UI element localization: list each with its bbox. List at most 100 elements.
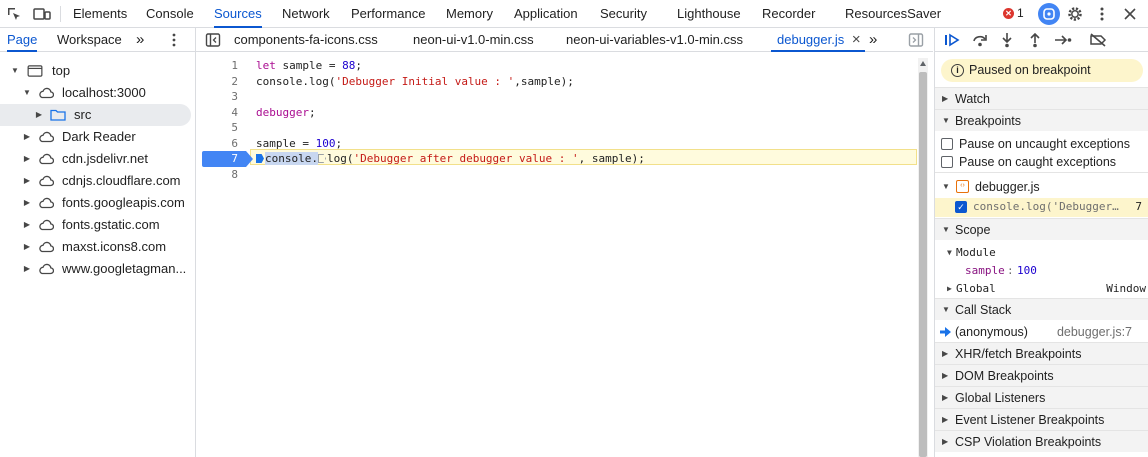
error-count-badge[interactable]: ✕ 1 — [1003, 6, 1024, 20]
inline-breakpoint-marker-icon[interactable] — [317, 154, 326, 163]
close-icon[interactable] — [1120, 4, 1140, 24]
line-number[interactable]: 4 — [204, 105, 246, 121]
code-token: console.log( — [256, 74, 336, 88]
step-over-icon[interactable] — [971, 31, 989, 49]
tree-item-localhost[interactable]: ▼ localhost:3000 — [0, 82, 191, 104]
scope-global[interactable]: ▶ Global Window — [935, 280, 1148, 298]
pause-uncaught-option[interactable]: Pause on uncaught exceptions — [935, 135, 1148, 153]
tab-sources[interactable]: Sources — [214, 0, 262, 28]
section-xhr-breakpoints[interactable]: ▶ XHR/fetch Breakpoints — [935, 342, 1148, 364]
step-out-icon[interactable] — [1026, 31, 1044, 49]
tab-page[interactable]: Page — [7, 28, 38, 52]
tab-performance[interactable]: Performance — [351, 0, 425, 28]
devtools-toolbar: Elements Console Sources Network Perform… — [0, 0, 1148, 28]
tree-item-top[interactable]: ▼ top — [0, 60, 191, 82]
tab-elements[interactable]: Elements — [73, 0, 127, 28]
tree-item-cloudflare[interactable]: ▶ cdnjs.cloudflare.com — [0, 170, 191, 192]
file-tab-components-fa-icons[interactable]: components-fa-icons.css — [234, 28, 378, 52]
breakpoint-item[interactable]: ✓ console.log('Debugger… 7 — [935, 198, 1148, 217]
line-number[interactable]: 5 — [204, 120, 246, 136]
collapsed-triangle-icon: ▶ — [942, 393, 949, 402]
pause-uncaught-checkbox[interactable] — [941, 138, 953, 150]
editor-scrollbar[interactable] — [918, 58, 928, 457]
info-icon: i — [951, 64, 964, 77]
device-toolbar-icon[interactable] — [32, 4, 52, 24]
breakpoint-enabled-checkbox[interactable]: ✓ — [955, 201, 967, 213]
call-frame[interactable]: (anonymous) debugger.js:7 — [935, 323, 1148, 341]
section-dom-breakpoints[interactable]: ▶ DOM Breakpoints — [935, 364, 1148, 386]
tree-item-googletagmanager[interactable]: ▶ www.googletagman... — [0, 258, 191, 280]
cloud-icon — [39, 153, 54, 165]
breakpoint-file-group[interactable]: ▼ ‹› debugger.js — [935, 178, 1148, 196]
line-number[interactable]: 6 — [204, 136, 246, 152]
expanded-triangle-icon: ▼ — [23, 88, 31, 97]
more-vertical-icon[interactable] — [1092, 4, 1112, 24]
pause-caught-checkbox[interactable] — [941, 156, 953, 168]
resume-icon[interactable] — [943, 31, 961, 49]
line-number[interactable]: 3 — [204, 89, 246, 105]
section-global-listeners[interactable]: ▶ Global Listeners — [935, 386, 1148, 408]
tree-item-src[interactable]: ▶ src — [0, 104, 191, 126]
section-title: XHR/fetch Breakpoints — [955, 347, 1082, 361]
breakpoint-file-name: debugger.js — [975, 180, 1040, 194]
scope-value: Window — [1106, 282, 1146, 295]
collapsed-triangle-icon: ▶ — [23, 220, 31, 229]
section-scope[interactable]: ▼ Scope — [935, 218, 1148, 240]
tree-item-icons8[interactable]: ▶ maxst.icons8.com — [0, 236, 191, 258]
tree-item-gstatic[interactable]: ▶ fonts.gstatic.com — [0, 214, 191, 236]
tab-workspace[interactable]: Workspace — [57, 28, 122, 52]
js-file-icon: ‹› — [956, 180, 969, 193]
deactivate-breakpoints-icon[interactable] — [1089, 31, 1107, 49]
tab-memory[interactable]: Memory — [446, 0, 493, 28]
section-event-listener-breakpoints[interactable]: ▶ Event Listener Breakpoints — [935, 408, 1148, 430]
scope-module[interactable]: ▼ Module — [935, 244, 1148, 262]
current-frame-arrow-icon — [940, 327, 951, 337]
tab-resourcessaver[interactable]: ResourcesSaver — [845, 0, 941, 28]
inspect-element-icon[interactable] — [4, 4, 24, 24]
section-call-stack[interactable]: ▼ Call Stack — [935, 298, 1148, 320]
section-watch[interactable]: ▶ Watch — [935, 87, 1148, 109]
close-tab-icon[interactable]: × — [852, 31, 861, 48]
pause-caught-option[interactable]: Pause on caught exceptions — [935, 153, 1148, 171]
frame-location[interactable]: debugger.js:7 — [1057, 323, 1132, 341]
breakpoint-line-number[interactable]: 7 — [202, 151, 253, 167]
tab-recorder[interactable]: Recorder — [762, 0, 815, 28]
debugger-controls — [935, 28, 1148, 52]
code-token: ,sample); — [514, 74, 574, 88]
line-number[interactable]: 2 — [204, 74, 246, 90]
line-number[interactable]: 1 — [204, 58, 246, 74]
debugger-sidebar: i Paused on breakpoint ▶ Watch ▼ Breakpo… — [934, 28, 1148, 457]
more-vertical-icon[interactable] — [172, 33, 176, 50]
tree-item-jsdelivr[interactable]: ▶ cdn.jsdelivr.net — [0, 148, 191, 170]
tab-lighthouse[interactable]: Lighthouse — [677, 0, 741, 28]
toggle-debugger-icon[interactable] — [908, 32, 924, 51]
scope-variable[interactable]: sample : 100 — [935, 262, 1148, 280]
tab-application[interactable]: Application — [514, 0, 578, 28]
tree-item-dark-reader[interactable]: ▶ Dark Reader — [0, 126, 191, 148]
expanded-triangle-icon: ▼ — [942, 116, 950, 125]
section-breakpoints[interactable]: ▼ Breakpoints — [935, 109, 1148, 131]
step-icon[interactable] — [1054, 31, 1072, 49]
scroll-up-icon[interactable] — [920, 61, 926, 66]
toggle-navigator-icon[interactable] — [205, 32, 221, 51]
step-into-icon[interactable] — [998, 31, 1016, 49]
tab-console[interactable]: Console — [146, 0, 194, 28]
file-tab-debugger-js[interactable]: debugger.js × — [771, 28, 865, 52]
scope-label: Global — [956, 282, 996, 295]
ai-assistance-icon[interactable] — [1038, 3, 1060, 25]
section-csp-violation-breakpoints[interactable]: ▶ CSP Violation Breakpoints — [935, 430, 1148, 452]
scrollbar-thumb[interactable] — [919, 72, 927, 457]
file-tab-neon-ui[interactable]: neon-ui-v1.0-min.css — [413, 28, 534, 52]
more-tabs-chevron-icon[interactable]: » — [869, 28, 877, 52]
line-number[interactable]: 8 — [204, 167, 246, 183]
gear-icon[interactable] — [1065, 4, 1085, 24]
tab-security[interactable]: Security — [600, 0, 647, 28]
tree-item-googleapis[interactable]: ▶ fonts.googleapis.com — [0, 192, 191, 214]
tree-item-label: fonts.gstatic.com — [62, 217, 160, 232]
collapsed-triangle-icon: ▶ — [23, 176, 31, 185]
tree-item-label: src — [74, 107, 92, 122]
tab-network[interactable]: Network — [282, 0, 330, 28]
file-tab-neon-ui-variables[interactable]: neon-ui-variables-v1.0-min.css — [566, 28, 743, 52]
section-title: CSP Violation Breakpoints — [955, 435, 1102, 449]
more-tabs-chevron-icon[interactable]: » — [136, 28, 144, 52]
